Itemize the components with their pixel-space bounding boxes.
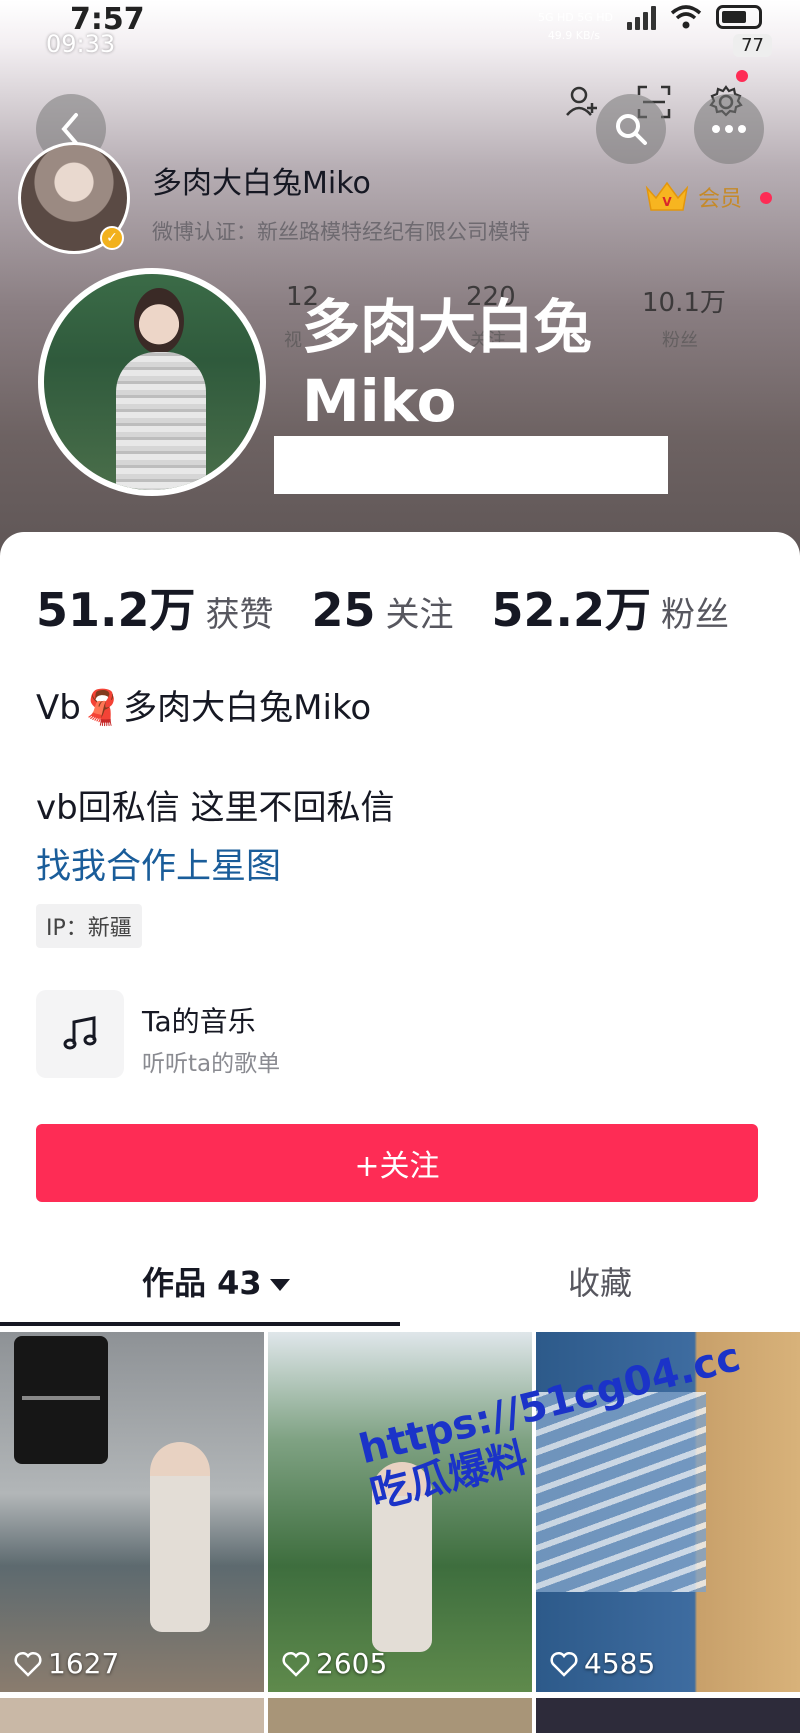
battery-icon [716, 5, 762, 29]
verification-text: 微博认证：新丝路模特经纪有限公司模特 [152, 220, 530, 244]
video-thumbnail[interactable]: 1627 [0, 1332, 264, 1692]
followers-count[interactable]: 52.2万 [492, 574, 652, 640]
network-label: 5G HD 5G HD [537, 10, 613, 24]
video-likes-count: 2605 [316, 1647, 388, 1680]
overlay-name-line1: 多肉大白兔 [302, 293, 593, 361]
heart-icon [14, 1651, 42, 1677]
net-speed: 49.9 KB/s [547, 29, 600, 42]
video-thumbnail-partial[interactable] [268, 1698, 532, 1733]
svg-text:V: V [662, 195, 672, 209]
video-thumbnail-partial[interactable] [0, 1698, 264, 1733]
heart-icon [550, 1651, 578, 1677]
mini-username: 多肉大白兔Miko [152, 166, 371, 201]
search-button[interactable] [596, 94, 666, 164]
music-entry[interactable]: Ta的音乐 听听ta的歌单 [36, 990, 764, 1080]
ip-location-tag: IP：新疆 [36, 904, 142, 948]
caret-down-icon [269, 1279, 290, 1291]
overlay-name-line2: Miko [302, 367, 457, 435]
ghost-stat-3: 10.1万 [642, 288, 726, 318]
music-title: Ta的音乐 [142, 1005, 256, 1038]
overlay-display-name: 多肉大白兔 Miko [302, 290, 592, 438]
signal-icon [627, 4, 656, 30]
vip-badge[interactable]: V 会员 [644, 180, 742, 214]
video-likes: 2605 [282, 1647, 387, 1680]
battery-percent: 77 [733, 34, 772, 57]
verified-badge-icon: ✓ [100, 226, 124, 250]
profile-card: 51.2万 获赞 25 关注 52.2万 粉丝 Vb🧣多肉大白兔Miko vb回… [0, 532, 800, 1733]
more-dots-icon [712, 125, 746, 133]
content-tabs: 作品 43 收藏 [0, 1252, 800, 1328]
profile-header: 7:57 09:33 5G HD 5G HD 49.9 KB/s 77 ✓ 多肉… [0, 0, 800, 560]
search-icon [616, 114, 647, 145]
stats-row: 51.2万 获赞 25 关注 52.2万 粉丝 [36, 574, 729, 640]
vip-notification-dot [760, 192, 772, 204]
add-friend-icon[interactable] [562, 82, 602, 122]
profile-avatar[interactable] [38, 268, 266, 496]
music-subtitle: 听听ta的歌单 [142, 1051, 281, 1077]
video-likes: 1627 [14, 1647, 119, 1680]
followers-label[interactable]: 粉丝 [661, 587, 729, 636]
music-note-icon [36, 990, 124, 1078]
redaction-bar [274, 436, 668, 494]
likes-label: 获赞 [205, 595, 274, 635]
settings-notification-dot [736, 70, 748, 82]
cooperation-link[interactable]: 找我合作上星图 [36, 838, 281, 889]
likes-count: 51.2万 [36, 583, 196, 637]
bio-line-1: Vb🧣多肉大白兔Miko [36, 688, 372, 728]
vip-label: 会员 [698, 187, 743, 212]
status-time-secondary: 09:33 [46, 30, 116, 58]
follow-button[interactable]: +关注 [36, 1124, 758, 1202]
active-tab-indicator [0, 1322, 400, 1326]
heart-icon [282, 1651, 310, 1677]
video-thumbnail-partial[interactable] [536, 1698, 800, 1733]
ghost-label-1: 视 [284, 330, 302, 351]
following-label[interactable]: 关注 [386, 587, 454, 636]
video-likes-count: 4585 [584, 1647, 656, 1680]
bio-line-2: vb回私信 这里不回私信 [36, 788, 395, 828]
more-button[interactable] [694, 94, 764, 164]
video-likes-count: 1627 [48, 1647, 120, 1680]
status-bar: 7:57 09:33 5G HD 5G HD 49.9 KB/s 77 [0, 0, 800, 62]
crown-icon: V [645, 181, 689, 211]
wifi-icon [670, 5, 702, 29]
status-icons: 5G HD 5G HD [538, 4, 762, 30]
following-count[interactable]: 25 [312, 583, 376, 637]
tab-collections[interactable]: 收藏 [568, 1258, 632, 1304]
phone-screenshot-inset [14, 1336, 108, 1464]
tab-works[interactable]: 作品 43 [142, 1258, 290, 1304]
ghost-label-3: 粉丝 [662, 330, 698, 351]
tab-works-label: 作品 43 [142, 1264, 262, 1302]
video-likes: 4585 [550, 1647, 655, 1680]
